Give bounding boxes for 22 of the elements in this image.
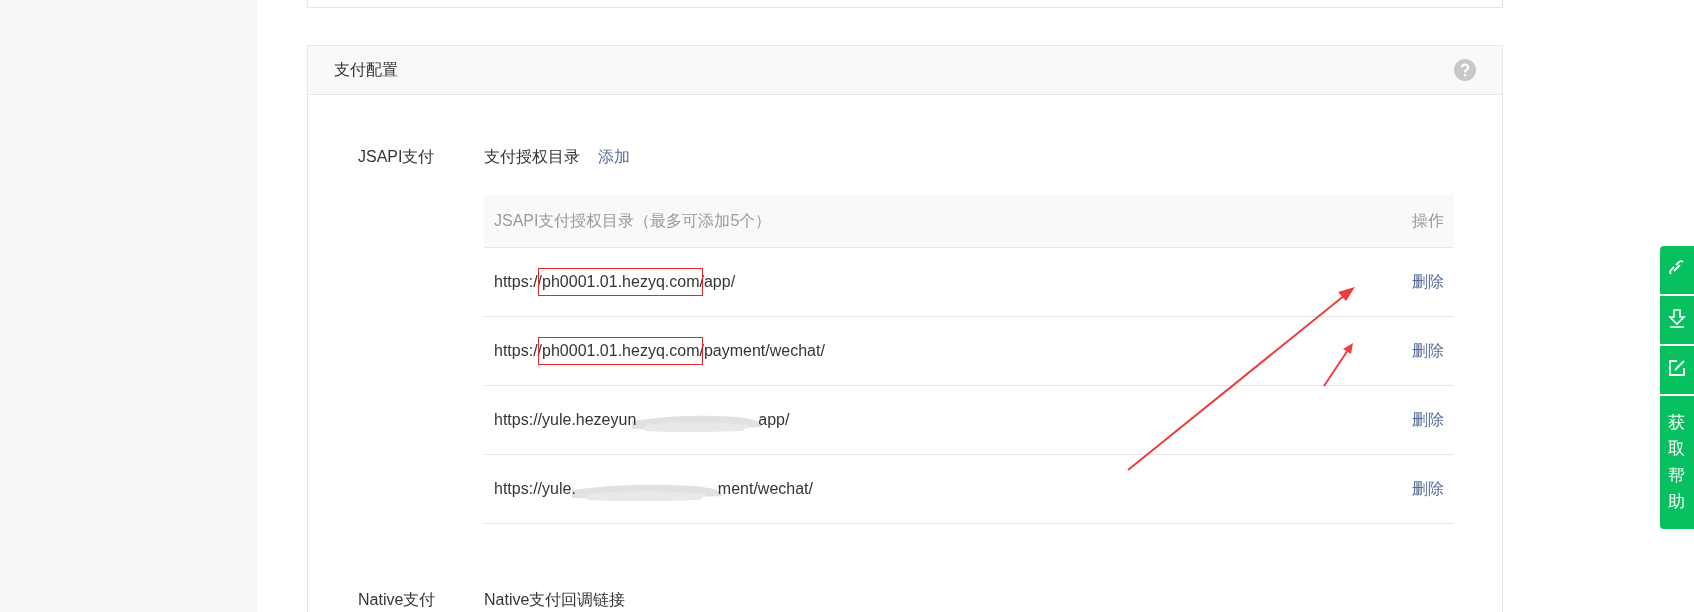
edit-icon <box>1667 358 1687 378</box>
column-header: JSAPI支付授权目录（最多可添加5个） <box>494 210 772 231</box>
edit-tab-button[interactable] <box>1660 346 1694 394</box>
field-label: Native支付回调链接 <box>484 590 626 610</box>
section-title: 支付配置 <box>334 59 398 80</box>
url-text: ment/wechat/ <box>717 479 813 499</box>
help-icon[interactable] <box>1454 59 1476 81</box>
url-text: app/ <box>758 410 790 430</box>
delete-link[interactable]: 删除 <box>1412 478 1444 500</box>
column-header: 操作 <box>1412 210 1444 231</box>
delete-link[interactable]: 删除 <box>1412 340 1444 362</box>
row-label: JSAPI支付 <box>358 147 436 167</box>
add-link[interactable]: 添加 <box>598 145 630 169</box>
link-tab-button[interactable] <box>1660 246 1694 294</box>
field-label: 支付授权目录 <box>484 147 580 167</box>
delete-link[interactable]: 删除 <box>1412 271 1444 293</box>
row-label: Native支付 <box>358 590 437 610</box>
url-text: https://yule. <box>494 479 576 499</box>
delete-link[interactable]: 删除 <box>1412 409 1444 431</box>
download-icon <box>1667 308 1687 328</box>
download-tab-button[interactable] <box>1660 296 1694 344</box>
url-text: https://yule.hezeyun <box>494 410 637 430</box>
